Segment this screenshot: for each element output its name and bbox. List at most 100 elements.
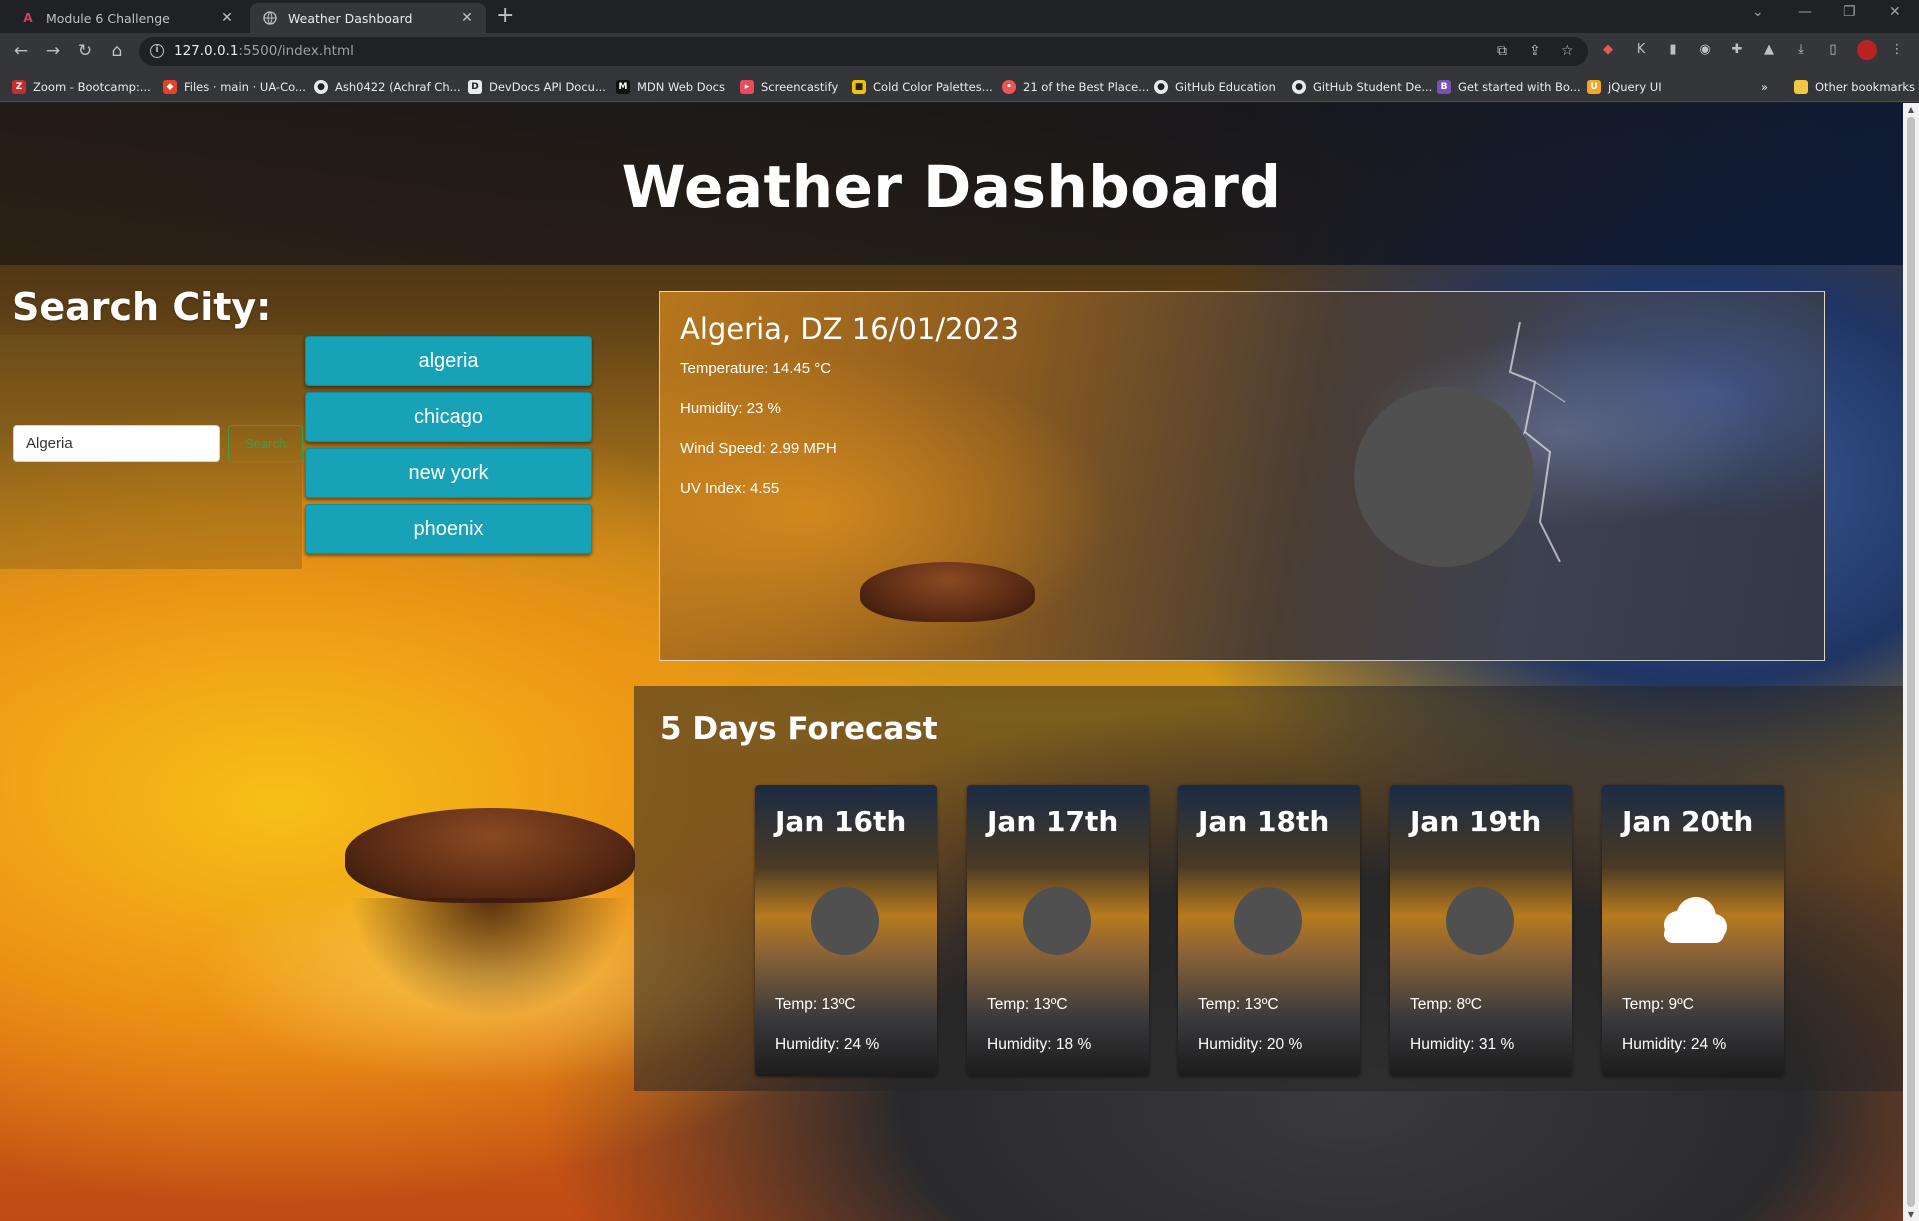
- restore-button[interactable]: ❐: [1843, 4, 1856, 20]
- history-button-algeria[interactable]: algeria: [305, 336, 592, 386]
- forecast-temp: Temp: 13ºC: [987, 996, 1068, 1013]
- island-reflection: [350, 898, 630, 1018]
- info-icon[interactable]: i: [150, 44, 164, 58]
- close-icon[interactable]: ✕: [216, 10, 238, 26]
- zoom-icon: Z: [12, 80, 26, 94]
- close-icon[interactable]: ✕: [456, 10, 478, 26]
- bookmark-label: Screencastify: [761, 80, 839, 94]
- address-bar[interactable]: i 127.0.0.1:5500/index.html ⧉ ⇪ ☆: [139, 37, 1588, 66]
- extensions-icon[interactable]: ✚: [1729, 42, 1745, 58]
- forecast-card: Jan 20th Temp: 9ºC Humidity: 24 %: [1602, 785, 1784, 1076]
- bookmark-bootstrap[interactable]: B Get started with Bo...: [1437, 78, 1581, 96]
- bookmark-jquery-ui[interactable]: UjQuery UI: [1587, 78, 1662, 96]
- bookmark-screencastify[interactable]: ▸ Screencastify: [740, 78, 838, 96]
- current-weather-card: Algeria, DZ 16/01/2023 Temperature: 14.4…: [659, 291, 1825, 661]
- history-button-new-york[interactable]: new york: [305, 448, 592, 498]
- download-icon[interactable]: ⤓: [1793, 42, 1809, 58]
- history-button-phoenix[interactable]: phoenix: [305, 504, 592, 554]
- extension-k-icon[interactable]: K: [1633, 42, 1649, 58]
- forecast-date: Jan 16th: [775, 805, 907, 838]
- other-bookmarks[interactable]: Other bookmarks: [1794, 78, 1915, 96]
- new-tab-button[interactable]: +: [496, 5, 514, 27]
- current-wind-speed: Wind Speed: 2.99 MPH: [680, 440, 837, 457]
- url-text: 127.0.0.1:5500/index.html: [174, 43, 354, 59]
- page-scrollbar[interactable]: ▲ ▼: [1903, 103, 1919, 1221]
- forecast-date: Jan 20th: [1622, 805, 1754, 838]
- weather-icon-placeholder: [811, 887, 879, 955]
- bookmark-github-profile[interactable]: ● Ash0422 (Achraf Ch...: [314, 78, 461, 96]
- more-bookmarks-icon[interactable]: »: [1761, 78, 1768, 96]
- tab-module-6-challenge[interactable]: A Module 6 Challenge ✕: [8, 3, 246, 33]
- extension-radio-icon[interactable]: ◉: [1697, 42, 1713, 58]
- bookmark-zoom[interactable]: Z Zoom - Bootcamp:...: [12, 78, 151, 96]
- search-input[interactable]: [13, 425, 220, 462]
- forecast-card: Jan 16th Temp: 13ºC Humidity: 24 %: [755, 785, 937, 1076]
- forecast-humidity: Humidity: 24 %: [1622, 1036, 1727, 1053]
- bookmark-cold-colors[interactable]: ■ Cold Color Palettes...: [852, 78, 993, 96]
- forecast-temp: Temp: 9ºC: [1622, 996, 1694, 1013]
- current-uv-index: UV Index: 4.55: [680, 480, 780, 497]
- bookmark-github-student[interactable]: ● GitHub Student De...: [1292, 78, 1432, 96]
- bookmark-mdn[interactable]: M MDN Web Docs: [616, 78, 725, 96]
- tab-title: Module 6 Challenge: [46, 10, 170, 26]
- forecast-humidity: Humidity: 18 %: [987, 1036, 1092, 1053]
- profile-avatar[interactable]: [1857, 40, 1877, 60]
- tab-title: Weather Dashboard: [288, 10, 413, 26]
- weather-icon-placeholder: [1354, 387, 1534, 567]
- mdn-icon: M: [616, 80, 630, 94]
- reload-button[interactable]: ↻: [73, 39, 97, 63]
- close-window-button[interactable]: ✕: [1889, 4, 1901, 20]
- scrollbar-thumb[interactable]: [1907, 117, 1915, 1207]
- tab-search-icon[interactable]: ⌄: [1752, 4, 1764, 20]
- bookmark-label: MDN Web Docs: [637, 80, 725, 94]
- bookmark-github-education[interactable]: ● GitHub Education: [1154, 78, 1276, 96]
- folder-icon: [1794, 80, 1808, 94]
- bootstrap-icon: B: [1437, 80, 1451, 94]
- forecast-date: Jan 18th: [1198, 805, 1330, 838]
- scroll-down-icon[interactable]: ▼: [1906, 1210, 1916, 1219]
- tab-weather-dashboard[interactable]: Weather Dashboard ✕: [250, 3, 486, 33]
- bookmark-best-places[interactable]: • 21 of the Best Place...: [1002, 78, 1149, 96]
- forecast-date: Jan 17th: [987, 805, 1119, 838]
- bookmark-label: Other bookmarks: [1815, 80, 1915, 94]
- history-button-chicago[interactable]: chicago: [305, 392, 592, 442]
- forecast-temp: Temp: 8ºC: [1410, 996, 1482, 1013]
- scroll-up-icon[interactable]: ▲: [1906, 105, 1916, 114]
- bookmark-devdocs[interactable]: D DevDocs API Docu...: [468, 78, 606, 96]
- bookmarks-bar: Z Zoom - Bootcamp:... ◆ Files · main · UA-…: [0, 70, 1919, 102]
- share-icon[interactable]: ⇪: [1529, 43, 1541, 59]
- current-city-title: Algeria, DZ 16/01/2023: [680, 312, 1019, 346]
- forecast-humidity: Humidity: 24 %: [775, 1036, 880, 1053]
- forecast-temp: Temp: 13ºC: [775, 996, 856, 1013]
- forecast-heading: 5 Days Forecast: [660, 711, 938, 747]
- forecast-humidity: Humidity: 31 %: [1410, 1036, 1515, 1053]
- bookmark-label: Cold Color Palettes...: [873, 80, 993, 94]
- search-heading: Search City:: [12, 285, 272, 329]
- bookmark-gitlab[interactable]: ◆ Files · main · UA-Co...: [163, 78, 306, 96]
- translate-icon[interactable]: ⧉: [1497, 43, 1507, 59]
- bookmark-label: 21 of the Best Place...: [1023, 80, 1150, 94]
- weather-icon-placeholder: [1234, 887, 1302, 955]
- sidepanel-icon[interactable]: ▯: [1825, 42, 1841, 58]
- forecast-humidity: Humidity: 20 %: [1198, 1036, 1303, 1053]
- island-image: [860, 562, 1035, 622]
- forward-button[interactable]: →: [41, 39, 65, 63]
- menu-icon[interactable]: ⋮: [1889, 42, 1905, 58]
- url-path: :5500/index.html: [238, 43, 354, 59]
- star-icon[interactable]: ☆: [1561, 43, 1574, 59]
- extension-red-icon[interactable]: ◆: [1600, 42, 1616, 58]
- arizona-icon: A: [23, 11, 33, 25]
- bookmark-label: DevDocs API Docu...: [489, 80, 606, 94]
- extension-lock-icon[interactable]: ▮: [1665, 42, 1681, 58]
- forecast-card: Jan 19th Temp: 8ºC Humidity: 31 %: [1390, 785, 1572, 1076]
- weather-icon-placeholder: [1446, 887, 1514, 955]
- minimize-button[interactable]: —: [1798, 4, 1812, 20]
- screencastify-icon: ▸: [740, 80, 754, 94]
- pin-icon: •: [1002, 80, 1016, 94]
- tab-strip: A Module 6 Challenge ✕ Weather Dashboard…: [0, 0, 1919, 33]
- back-button[interactable]: ←: [9, 39, 33, 63]
- flask-icon[interactable]: ▲: [1761, 42, 1777, 58]
- search-button[interactable]: Search: [228, 425, 303, 462]
- home-icon[interactable]: ⌂: [105, 39, 129, 63]
- jquery-icon: U: [1587, 80, 1601, 94]
